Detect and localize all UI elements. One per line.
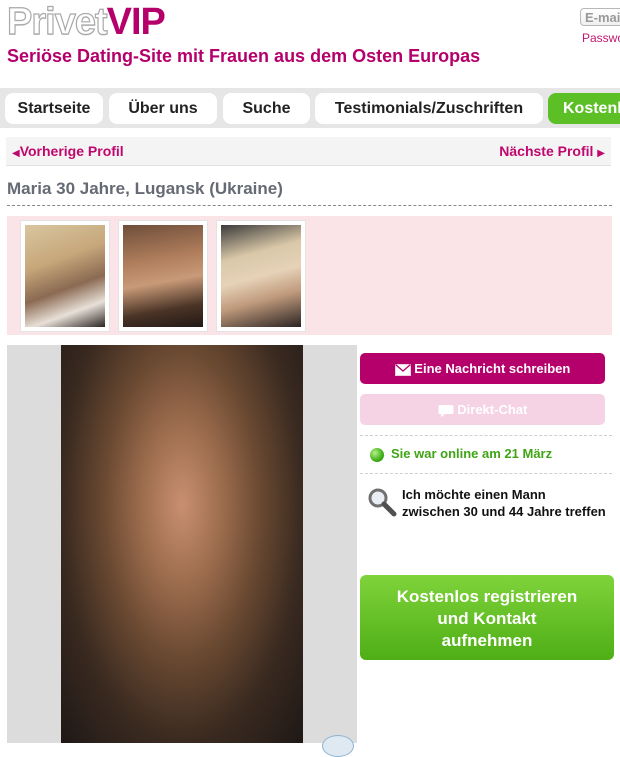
direct-chat-label: Direkt-Chat [457, 402, 528, 417]
divider [360, 473, 612, 474]
register-line-2: und Kontakt [437, 609, 537, 628]
tab-ueber-uns[interactable]: Über uns [109, 93, 217, 124]
online-status: Sie war online am 21 März [391, 446, 553, 461]
profile-nav: ◀Vorherige Profil Nächste Profil ▶ [6, 137, 611, 166]
seeking-line-2: zwischen 30 und 44 Jahre treffen [402, 504, 606, 519]
next-profile-label: Nächste Profil [499, 143, 594, 159]
thumbnail-photo[interactable] [20, 220, 110, 332]
thumbnail-strip [7, 216, 612, 335]
email-input[interactable]: E-mail [580, 8, 620, 26]
envelope-icon [394, 363, 411, 376]
thumbnail-image [221, 225, 301, 327]
register-line-3: aufnehmen [441, 631, 533, 650]
main-nav: Startseite Über uns Suche Testimonials/Z… [0, 88, 620, 128]
tab-suche[interactable]: Suche [223, 93, 310, 124]
tab-kostenlos[interactable]: Kostenlos [548, 93, 620, 124]
triangle-left-icon: ◀ [12, 148, 20, 159]
logo-vip: VIP [106, 1, 166, 43]
online-dot-icon [370, 448, 384, 462]
thumbnail-photo[interactable] [216, 220, 306, 332]
direct-chat-button[interactable]: Direkt-Chat [360, 394, 605, 425]
write-message-button[interactable]: Eine Nachricht schreiben [360, 353, 605, 384]
main-profile-photo[interactable] [7, 345, 357, 743]
register-button[interactable]: Kostenlos registrieren und Kontakt aufne… [360, 575, 614, 660]
profile-image [61, 345, 303, 743]
badge-icon [322, 735, 354, 757]
profile-title: Maria 30 Jahre, Lugansk (Ukraine) [7, 179, 283, 198]
thumbnail-photo[interactable] [118, 220, 208, 332]
tab-testimonials[interactable]: Testimonials/Zuschriften [315, 93, 543, 124]
write-message-label: Eine Nachricht schreiben [414, 361, 571, 376]
prev-profile-link[interactable]: ◀Vorherige Profil [12, 143, 124, 159]
divider [7, 205, 612, 206]
divider [360, 435, 612, 436]
thumbnail-image [123, 225, 203, 327]
register-line-1: Kostenlos registrieren [396, 587, 578, 606]
seeking-line-1: Ich möchte einen Mann [402, 487, 546, 502]
tab-startseite[interactable]: Startseite [5, 93, 103, 124]
seeking-text: Ich möchte einen Mann zwischen 30 und 44… [402, 486, 617, 520]
prev-profile-label: Vorherige Profil [19, 143, 124, 159]
chat-bubble-icon [438, 404, 454, 417]
magnifier-icon [368, 488, 397, 517]
tagline: Seriöse Dating-Site mit Frauen aus dem O… [7, 46, 481, 66]
next-profile-link[interactable]: Nächste Profil ▶ [499, 143, 605, 159]
password-link[interactable]: Passwort [582, 31, 620, 45]
logo-privet: Privet [6, 1, 108, 43]
logo[interactable]: PrivetVIP [6, 1, 166, 43]
triangle-right-icon: ▶ [597, 148, 605, 159]
thumbnail-image [25, 225, 105, 327]
